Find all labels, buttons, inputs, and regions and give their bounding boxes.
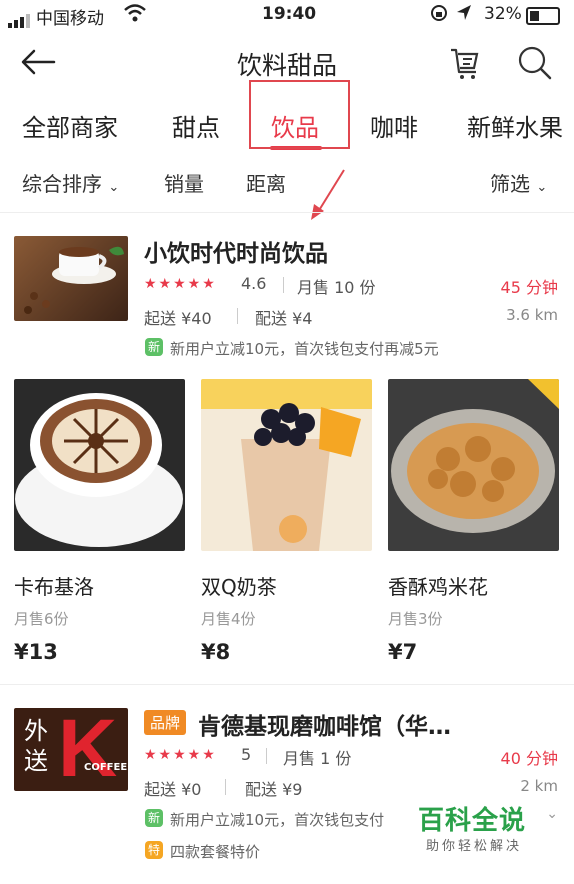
divider [266, 748, 267, 764]
order-list-icon [451, 48, 479, 79]
chevron-down-icon: ⌄ [108, 180, 120, 195]
new-user-badge: 新 [145, 809, 163, 827]
rating-stars: ★★★★★ [144, 276, 217, 292]
filter-button[interactable]: 筛选 ⌄ [490, 168, 547, 197]
product-sales: 月售4份 [201, 610, 256, 628]
coffee-cup-image [24, 246, 124, 314]
divider [225, 779, 226, 795]
brand-tag: 品牌 [144, 710, 187, 735]
annotation-arrow-icon [311, 169, 345, 220]
product-sales: 月售3份 [388, 610, 443, 628]
filter-label: 筛选 [490, 172, 530, 196]
delivery-time: 45 分钟 [500, 278, 558, 297]
chevron-down-icon: ⌄ [536, 180, 548, 195]
battery-percent: 32% [484, 4, 522, 24]
product-price: ¥8 [201, 640, 231, 664]
location-icon [456, 4, 472, 27]
sort-sales[interactable]: 销量 [164, 168, 204, 197]
divider [0, 212, 574, 213]
tab-coffee[interactable]: 咖啡 [370, 108, 418, 143]
carrier-label: 中国移动 [36, 9, 104, 29]
product-name[interactable]: 卡布基洛 [14, 571, 94, 600]
store-rating: 5 [241, 745, 252, 764]
delivery-fee: 配送 ¥4 [255, 309, 313, 328]
page-title: 饮料甜品 [236, 51, 337, 80]
cappuccino-image [15, 393, 183, 547]
monthly-sales: 月售 1 份 [283, 749, 352, 768]
chevron-down-icon[interactable]: ⌄ [546, 806, 558, 822]
divider [237, 308, 238, 324]
product-image-popcorn-chicken[interactable] [388, 379, 559, 551]
highlight-box [249, 80, 350, 149]
store-name[interactable]: 小饮时代时尚饮品 [144, 234, 328, 268]
tab-fresh-fruit[interactable]: 新鲜水果 [467, 108, 563, 143]
popcorn-chicken-image [391, 379, 559, 533]
watermark-title: 百科全说 [417, 806, 526, 836]
product-price: ¥7 [388, 640, 418, 664]
product-image-milk-tea[interactable] [201, 379, 372, 551]
search-button[interactable] [514, 42, 554, 82]
store-rating: 4.6 [241, 274, 267, 293]
promo-text-2: 四款套餐特价 [170, 843, 261, 861]
orientation-lock-icon [430, 4, 448, 27]
product-name[interactable]: 双Q奶茶 [201, 571, 277, 600]
sort-comprehensive-label: 综合排序 [22, 172, 102, 196]
rating-stars: ★★★★★ [144, 747, 217, 763]
promo-text: 新用户立减10元，首次钱包支付 [170, 811, 385, 829]
min-order: 起送 ¥40 [144, 309, 212, 328]
product-name[interactable]: 香酥鸡米花 [388, 571, 488, 600]
special-offer-badge: 特 [145, 841, 163, 859]
store-logo-kfc-coffee[interactable]: 外送 K COFFEE [14, 708, 128, 791]
sort-distance[interactable]: 距离 [246, 168, 286, 197]
product-image-cappuccino[interactable] [14, 379, 185, 551]
delivery-time: 40 分钟 [500, 749, 558, 768]
product-price: ¥13 [14, 640, 58, 664]
battery-icon [526, 7, 560, 25]
promo-text: 新用户立减10元，首次钱包支付再减5元 [170, 340, 439, 358]
divider [0, 684, 574, 685]
order-list-button[interactable] [444, 42, 484, 82]
product-sales: 月售6份 [14, 610, 69, 628]
tab-desserts[interactable]: 甜点 [172, 108, 220, 143]
new-user-badge: 新 [145, 338, 163, 356]
signal-icon [8, 8, 32, 28]
store-thumbnail[interactable] [14, 236, 128, 321]
divider [283, 277, 284, 293]
monthly-sales: 月售 10 份 [297, 278, 376, 297]
delivery-fee: 配送 ¥9 [245, 780, 303, 799]
status-bar: 中国移动 19:40 32% [0, 0, 574, 30]
logo-k: K [58, 708, 118, 791]
logo-text: 外送 [24, 717, 48, 775]
clock: 19:40 [262, 4, 317, 24]
search-icon [518, 46, 552, 80]
distance: 2 km [520, 777, 558, 795]
distance: 3.6 km [506, 306, 558, 324]
tab-all-merchants[interactable]: 全部商家 [22, 108, 118, 143]
logo-coffee: COFFEE [84, 762, 128, 773]
min-order: 起送 ¥0 [144, 780, 202, 799]
sort-comprehensive[interactable]: 综合排序 ⌄ [22, 168, 119, 197]
wifi-icon [123, 3, 147, 28]
watermark-subtitle: 助你轻松解决 [425, 839, 522, 854]
store-name[interactable]: 肯德基现磨咖啡馆（华… [198, 707, 451, 741]
milk-tea-image [201, 379, 372, 551]
